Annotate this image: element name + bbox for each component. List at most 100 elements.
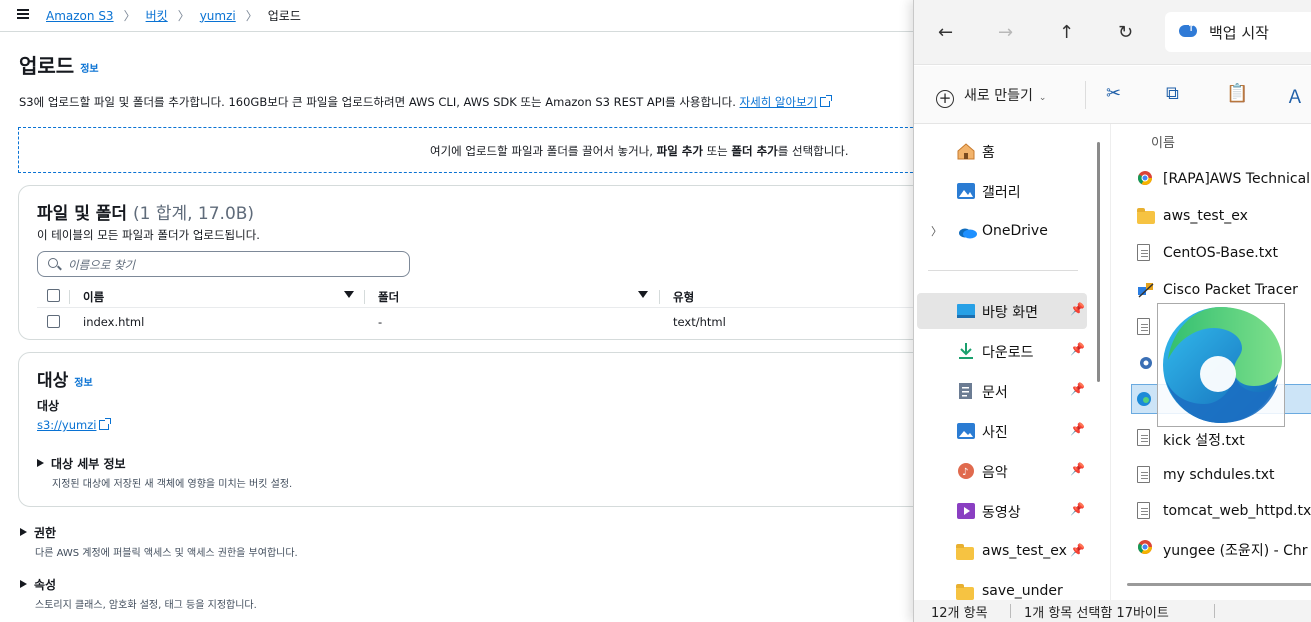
explorer-command-bar: + 새로 만들기 ⌄ ✂ ⧉ 📋 Ａ xyxy=(914,66,1311,124)
search-input[interactable]: 이름으로 찾기 xyxy=(37,251,410,277)
column-header-type[interactable]: 유형 xyxy=(673,289,694,305)
nav-item-aws-test-ex[interactable]: aws_test_ex 📌 xyxy=(914,534,1110,570)
upload-dropzone[interactable]: 여기에 업로드할 파일과 폴더를 끌어서 놓거나, 파일 추가 또는 폴더 추가… xyxy=(18,127,915,173)
file-name: my schdules.txt xyxy=(1163,467,1275,483)
pin-icon[interactable]: 📌 xyxy=(1070,302,1085,316)
row-checkbox[interactable] xyxy=(47,315,60,328)
rename-icon[interactable]: Ａ xyxy=(1286,83,1304,109)
info-link[interactable]: 정보 xyxy=(74,378,92,389)
chevron-right-icon: 〉 xyxy=(177,9,190,23)
pin-icon[interactable]: 📌 xyxy=(1070,342,1085,356)
sort-down-icon[interactable] xyxy=(638,291,648,298)
cloud-upload-icon xyxy=(1179,23,1197,37)
column-divider xyxy=(69,290,70,304)
destination-link-text[interactable]: s3://yumzi xyxy=(37,418,96,432)
nav-item-desktop[interactable]: 바탕 화면 📌 xyxy=(917,293,1087,329)
learn-more-link[interactable]: 자세히 알아보기 xyxy=(740,95,818,109)
breadcrumb-s3[interactable]: Amazon S3 xyxy=(46,9,114,23)
navigation-pane: 홈 갤러리 〉 OneDrive 바탕 화면 📌 다운로드 📌 문서 📌 사진 … xyxy=(914,124,1110,600)
chevron-right-icon[interactable]: 〉 xyxy=(931,223,942,239)
search-placeholder: 이름으로 찾기 xyxy=(68,258,136,272)
destination-link[interactable]: s3://yumzi xyxy=(37,418,112,432)
row-type: text/html xyxy=(673,315,726,329)
breadcrumb-bucket[interactable]: yumzi xyxy=(200,9,236,23)
list-item[interactable]: Cisco Packet Tracer xyxy=(1133,275,1311,305)
text-file-icon xyxy=(1137,466,1150,483)
menu-icon[interactable] xyxy=(17,9,29,19)
text-file-icon xyxy=(1137,502,1150,519)
command-divider xyxy=(1085,81,1086,109)
list-item[interactable]: [RAPA]AWS Technical xyxy=(1133,164,1311,194)
refresh-icon[interactable]: ↻ xyxy=(1118,22,1133,43)
text-file-icon xyxy=(1137,429,1150,446)
pin-icon[interactable]: 📌 xyxy=(1070,422,1085,436)
pin-icon[interactable]: 📌 xyxy=(1070,543,1085,557)
destination-details-header[interactable]: 대상 세부 정보 xyxy=(37,455,292,472)
chrome-icon xyxy=(1137,539,1153,557)
list-item[interactable]: tomcat_web_httpd.txt xyxy=(1133,496,1311,526)
nav-item-gallery[interactable]: 갤러리 xyxy=(914,173,1110,209)
nav-label: aws_test_ex xyxy=(982,543,1067,559)
files-and-folders-panel: 파일 및 폴더 (1 합계, 17.0B) 이 테이블의 모든 파일과 폴더가 … xyxy=(18,185,915,340)
column-header-folder[interactable]: 폴더 xyxy=(378,289,399,305)
new-button[interactable]: + 새로 만들기 ⌄ xyxy=(936,85,1046,108)
nav-item-documents[interactable]: 문서 📌 xyxy=(914,373,1110,409)
explorer-address-bar: ← → ↑ ↻ 백업 시작 xyxy=(914,0,1311,65)
properties-expander[interactable]: 속성 스토리지 클래스, 암호화 설정, 태그 등을 지정합니다. xyxy=(20,576,257,611)
back-arrow-icon[interactable]: ← xyxy=(938,22,953,43)
cut-icon[interactable]: ✂ xyxy=(1106,83,1121,104)
list-item[interactable]: aws_test_ex xyxy=(1133,201,1311,231)
file-name: [RAPA]AWS Technical xyxy=(1163,171,1311,187)
nav-label: 갤러리 xyxy=(982,185,1021,201)
permissions-expander[interactable]: 권한 다른 AWS 계정에 퍼블릭 액세스 및 액세스 권한을 부여합니다. xyxy=(20,524,298,559)
external-link-icon xyxy=(99,418,112,430)
table-row[interactable]: index.html - text/html xyxy=(37,310,915,334)
nav-item-downloads[interactable]: 다운로드 📌 xyxy=(914,333,1110,369)
pin-icon[interactable]: 📌 xyxy=(1070,462,1085,476)
file-name: CentOS-Base.txt xyxy=(1163,245,1279,261)
status-bar: 12개 항목 1개 항목 선택함 17바이트 xyxy=(914,600,1311,622)
pictures-icon xyxy=(956,422,976,440)
start-backup-label: 백업 시작 xyxy=(1209,24,1269,42)
cisco-icon xyxy=(1137,281,1154,299)
nav-item-videos[interactable]: 동영상 📌 xyxy=(914,493,1110,529)
file-name: tomcat_web_httpd.txt xyxy=(1163,503,1311,519)
copy-icon[interactable]: ⧉ xyxy=(1166,83,1179,104)
forward-arrow-icon[interactable]: → xyxy=(998,22,1013,43)
dropzone-text: 여기에 업로드할 파일과 폴더를 끌어서 놓거나, 파일 추가 또는 폴더 추가… xyxy=(430,143,849,159)
permissions-header[interactable]: 권한 xyxy=(20,524,298,541)
destination-details-expander[interactable]: 대상 세부 정보 지정된 대상에 저장된 새 객체에 영향을 미치는 버킷 설정… xyxy=(37,455,292,490)
list-item[interactable]: CentOS-Base.txt xyxy=(1133,238,1311,268)
nav-label: 바탕 화면 xyxy=(982,305,1038,321)
nav-scrollbar[interactable] xyxy=(1097,142,1100,382)
destination-panel: 대상 정보 대상 s3://yumzi 대상 세부 정보 지정된 대상에 저장된 … xyxy=(18,352,915,507)
breadcrumb-buckets[interactable]: 버킷 xyxy=(146,7,168,24)
column-header-name[interactable]: 이름 xyxy=(1151,132,1175,151)
list-item[interactable]: my schdules.txt xyxy=(1133,460,1311,490)
start-backup-button[interactable]: 백업 시작 xyxy=(1165,12,1311,52)
select-all-checkbox[interactable] xyxy=(47,289,60,302)
dropzone-add-folder: 폴더 추가 xyxy=(731,144,778,158)
properties-header[interactable]: 속성 xyxy=(20,576,257,593)
dropzone-add-files: 파일 추가 xyxy=(656,144,703,158)
info-link[interactable]: 정보 xyxy=(80,64,98,75)
nav-label: 사진 xyxy=(982,425,1008,441)
pin-icon[interactable]: 📌 xyxy=(1070,502,1085,516)
horizontal-scrollbar[interactable] xyxy=(1127,583,1311,586)
paste-icon[interactable]: 📋 xyxy=(1226,83,1248,104)
plus-icon: + xyxy=(936,90,954,108)
nav-item-pictures[interactable]: 사진 📌 xyxy=(914,413,1110,449)
pin-icon[interactable]: 📌 xyxy=(1070,382,1085,396)
properties-title: 속성 xyxy=(34,578,57,592)
documents-icon xyxy=(956,382,976,400)
column-header-name[interactable]: 이름 xyxy=(83,289,104,305)
up-arrow-icon[interactable]: ↑ xyxy=(1059,22,1074,43)
files-panel-subtitle: 이 테이블의 모든 파일과 폴더가 업로드됩니다. xyxy=(37,228,260,242)
status-divider xyxy=(1010,604,1011,618)
list-item[interactable]: yungee (조윤지) - Chr xyxy=(1133,533,1311,563)
nav-item-music[interactable]: ♪ 음악 📌 xyxy=(914,453,1110,489)
row-folder: - xyxy=(378,315,383,329)
nav-item-onedrive[interactable]: 〉 OneDrive xyxy=(914,214,1110,250)
sort-down-icon[interactable] xyxy=(344,291,354,298)
nav-item-home[interactable]: 홈 xyxy=(914,133,1110,169)
